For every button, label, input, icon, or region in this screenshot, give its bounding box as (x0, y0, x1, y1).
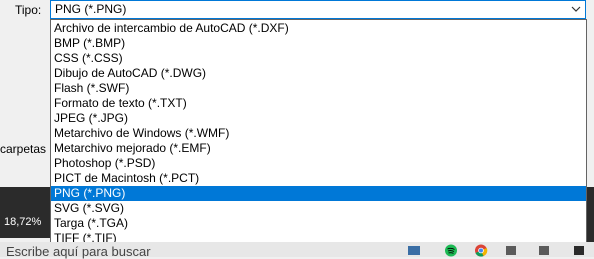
taskbar-app-icon[interactable] (407, 244, 421, 257)
file-type-option-selected[interactable]: PNG (*.PNG) (51, 186, 586, 201)
file-type-option[interactable]: SVG (*.SVG) (51, 201, 586, 216)
file-type-option[interactable]: Archivo de intercambio de AutoCAD (*.DXF… (51, 21, 586, 36)
status-bar: 18,72% (0, 210, 50, 238)
file-type-dropdown-list[interactable]: Archivo de intercambio de AutoCAD (*.DXF… (50, 19, 587, 248)
file-type-option[interactable]: Formato de texto (*.TXT) (51, 96, 586, 111)
file-type-option[interactable]: CSS (*.CSS) (51, 51, 586, 66)
file-type-option[interactable]: Flash (*.SWF) (51, 81, 586, 96)
file-type-option[interactable]: Metarchivo de Windows (*.WMF) (51, 126, 586, 141)
file-type-combobox[interactable]: PNG (*.PNG) (50, 0, 586, 19)
file-type-option[interactable]: JPEG (*.JPG) (51, 111, 586, 126)
background-right-dark-panel (586, 187, 594, 242)
file-type-option[interactable]: BMP (*.BMP) (51, 36, 586, 51)
folders-label: carpetas (0, 142, 47, 156)
file-type-label: Tipo: (15, 3, 42, 17)
file-type-option[interactable]: Dibujo de AutoCAD (*.DWG) (51, 66, 586, 81)
file-type-selected-value: PNG (*.PNG) (55, 2, 127, 16)
file-type-option[interactable]: Targa (*.TGA) (51, 216, 586, 231)
taskbar: Escribe aquí para buscar (0, 242, 594, 259)
chevron-down-icon[interactable] (571, 5, 581, 13)
taskbar-app-icon[interactable] (504, 244, 518, 257)
spotify-icon[interactable] (444, 244, 458, 257)
chrome-icon[interactable] (474, 244, 488, 257)
taskbar-app-icon[interactable] (537, 244, 551, 257)
file-type-option[interactable]: Metarchivo mejorado (*.EMF) (51, 141, 586, 156)
taskbar-app-icon[interactable] (572, 244, 586, 257)
file-type-option[interactable]: PICT de Macintosh (*.PCT) (51, 171, 586, 186)
background-dark-panel (0, 187, 50, 210)
file-type-option[interactable]: Photoshop (*.PSD) (51, 156, 586, 171)
zoom-level: 18,72% (4, 216, 42, 228)
